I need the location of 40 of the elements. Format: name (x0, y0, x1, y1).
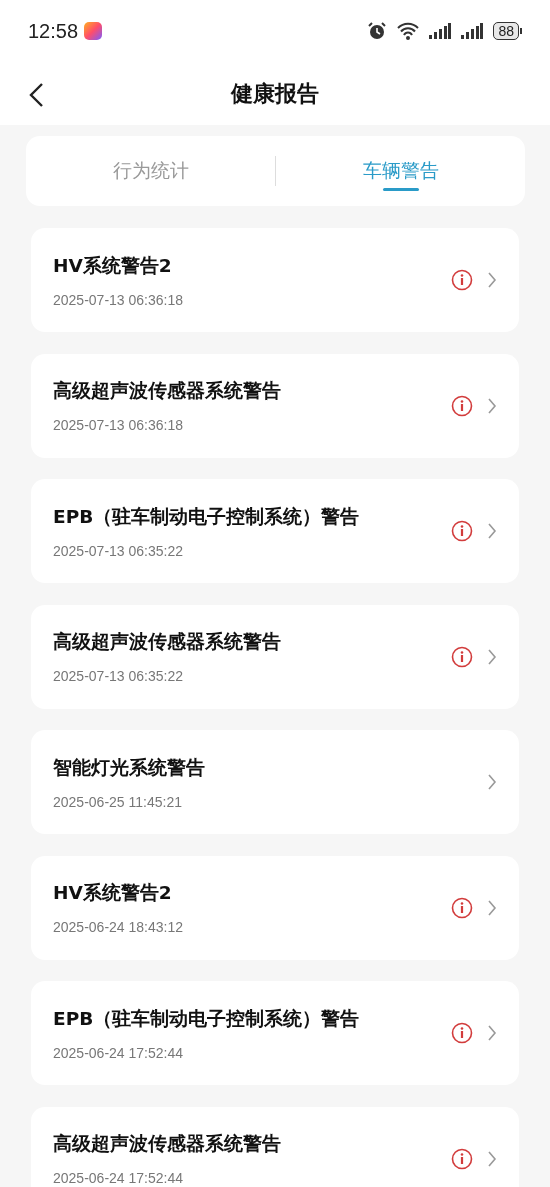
page-title: 健康报告 (231, 79, 319, 108)
alert-title: 高级超声波传感器系统警告 (53, 1132, 282, 1156)
alert-card[interactable]: 高级超声波传感器系统警告 2025-07-13 06:36:18 (31, 353, 519, 458)
alert-time: 2025-07-13 06:35:22 (53, 542, 184, 559)
alert-title: 智能灯光系统警告 (53, 755, 206, 780)
chevron-icon (487, 271, 497, 289)
alert-title: EPB（驻车制动电子控制系统）警告 (53, 1006, 361, 1031)
alert-title: HV系统警告2 (53, 881, 173, 905)
alert-card[interactable]: 智能灯光系统警告 2025-06-25 11:45:21 (31, 730, 519, 834)
chevron-icon (487, 773, 497, 791)
alarm-icon (367, 21, 388, 41)
chevron-icon (487, 898, 497, 917)
alert-time: 2025-07-13 06:36:18 (53, 417, 184, 433)
alert-card[interactable]: EPB（驻车制动电子控制系统）警告 2025-06-24 17:52:44 (31, 981, 519, 1085)
alert-title: 高级超声波传感器系统警告 (53, 379, 282, 403)
chevron-icon (487, 1149, 497, 1168)
alert-card[interactable]: HV系统警告2 2025-07-13 06:36:18 (31, 228, 519, 332)
alert-time: 2025-07-13 06:36:18 (53, 291, 184, 308)
alert-time: 2025-06-24 17:52:44 (53, 1170, 184, 1186)
alert-time: 2025-06-24 17:52:44 (53, 1044, 184, 1061)
alert-card[interactable]: 高级超声波传感器系统警告 2025-06-24 17:52:44 (31, 1106, 519, 1187)
alert-time: 2025-06-24 18:43:12 (53, 919, 184, 935)
alert-title: EPB（驻车制动电子控制系统）警告 (53, 504, 361, 529)
alert-time: 2025-06-25 11:45:21 (53, 793, 183, 810)
wifi-icon (397, 22, 420, 40)
chevron-icon (487, 647, 497, 666)
alert-card[interactable]: 高级超声波传感器系统警告 2025-07-13 06:35:22 (31, 604, 519, 709)
alert-title: 高级超声波传感器系统警告 (53, 630, 282, 654)
chevron-icon (487, 396, 497, 415)
alert-card[interactable]: EPB（驻车制动电子控制系统）警告 2025-07-13 06:35:22 (31, 479, 519, 583)
alert-time: 2025-07-13 06:35:22 (53, 668, 184, 684)
app-icon (84, 22, 103, 40)
signal-icon (461, 23, 484, 39)
alert-card[interactable]: HV系统警告2 2025-06-24 18:43:12 (31, 855, 519, 960)
clock-time: 12:58 (28, 19, 79, 43)
battery-icon: 88 (493, 22, 522, 40)
alert-title: HV系统警告2 (53, 253, 173, 278)
chevron-icon (487, 1024, 497, 1042)
signal-icon (429, 23, 452, 39)
chevron-icon (487, 522, 497, 540)
